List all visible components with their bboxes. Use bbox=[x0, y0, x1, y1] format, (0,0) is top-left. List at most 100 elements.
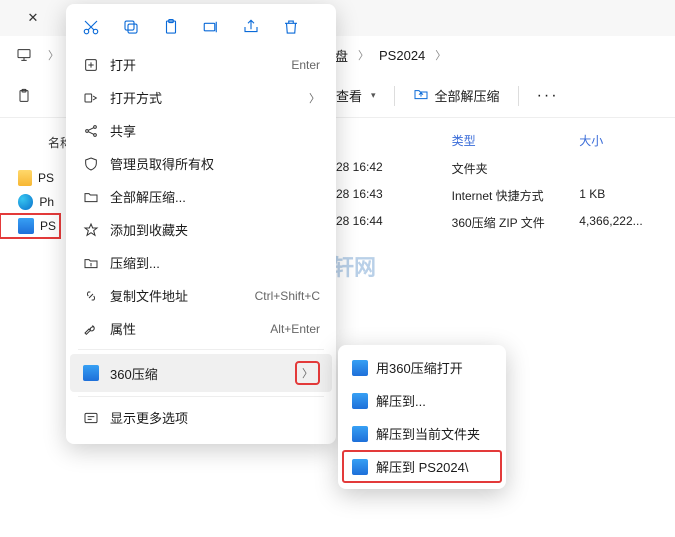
sidebar-item-ph[interactable]: Ph bbox=[0, 190, 60, 214]
paste-icon[interactable] bbox=[160, 16, 182, 38]
file-row[interactable]: -28 16:44 360压缩 ZIP 文件 4,366,222... bbox=[332, 209, 669, 236]
ctx-label: 管理员取得所有权 bbox=[110, 154, 320, 173]
ctx-label: 打开 bbox=[110, 55, 291, 74]
ctx-admin-ownership[interactable]: 管理员取得所有权 bbox=[70, 147, 332, 180]
ctx-open-with[interactable]: 打开方式 〉 bbox=[70, 81, 332, 114]
file-size: 1 KB bbox=[579, 187, 669, 204]
view-label: 查看 bbox=[336, 86, 362, 105]
more-button[interactable]: ··· bbox=[529, 85, 567, 107]
rename-icon[interactable] bbox=[200, 16, 222, 38]
ctx-label: 显示更多选项 bbox=[110, 408, 320, 427]
zip-icon bbox=[352, 360, 368, 376]
sub-extract-to[interactable]: 解压到... bbox=[342, 384, 502, 417]
context-submenu-360zip: 用360压缩打开 解压到... 解压到当前文件夹 解压到 PS2024\ bbox=[338, 345, 506, 489]
ctx-copy-path[interactable]: 复制文件地址 Ctrl+Shift+C bbox=[70, 279, 332, 312]
sidebar-item-label: PS bbox=[38, 171, 54, 185]
ctx-accel: Alt+Enter bbox=[270, 322, 320, 336]
file-type: Internet 快捷方式 bbox=[452, 187, 580, 204]
file-date: -28 16:44 bbox=[332, 214, 452, 231]
cut-icon[interactable] bbox=[80, 16, 102, 38]
share-icon bbox=[80, 122, 102, 140]
copy-icon[interactable] bbox=[120, 16, 142, 38]
chevron-right-icon: 〉 bbox=[44, 47, 63, 63]
monitor-icon[interactable] bbox=[10, 41, 38, 69]
sub-extract-here[interactable]: 解压到当前文件夹 bbox=[342, 417, 502, 450]
compress-icon bbox=[80, 254, 102, 272]
sidebar-item-label: Ph bbox=[39, 195, 54, 209]
separator bbox=[78, 396, 324, 397]
ctx-label: 共享 bbox=[110, 121, 320, 140]
sub-open-with-360[interactable]: 用360压缩打开 bbox=[342, 351, 502, 384]
star-icon bbox=[80, 221, 102, 239]
zip-icon bbox=[352, 426, 368, 442]
close-icon: ✕ bbox=[28, 10, 39, 26]
tab-close-button[interactable]: ✕ bbox=[20, 5, 46, 31]
ctx-accel: Ctrl+Shift+C bbox=[255, 289, 320, 303]
more-icon bbox=[80, 409, 102, 427]
shield-icon bbox=[80, 155, 102, 173]
delete-icon[interactable] bbox=[280, 16, 302, 38]
sub-label: 解压到当前文件夹 bbox=[376, 424, 480, 443]
divider bbox=[518, 86, 519, 106]
zip-icon bbox=[80, 364, 102, 382]
file-type: 文件夹 bbox=[452, 160, 580, 177]
extract-all-label: 全部解压缩 bbox=[435, 86, 500, 105]
extract-icon bbox=[80, 188, 102, 206]
file-list: 类型 大小 -28 16:42 文件夹 -28 16:43 Internet 快… bbox=[332, 128, 669, 236]
open-with-icon bbox=[80, 89, 102, 107]
folder-icon bbox=[18, 170, 32, 186]
extract-icon bbox=[413, 86, 429, 105]
extract-all-button[interactable]: 全部解压缩 bbox=[405, 83, 508, 108]
ctx-share[interactable]: 共享 bbox=[70, 114, 332, 147]
file-row[interactable]: -28 16:42 文件夹 bbox=[332, 155, 669, 182]
sub-label: 用360压缩打开 bbox=[376, 358, 463, 377]
file-date: -28 16:43 bbox=[332, 187, 452, 204]
file-type: 360压缩 ZIP 文件 bbox=[452, 214, 580, 231]
ctx-label: 添加到收藏夹 bbox=[110, 220, 320, 239]
file-list-header: 类型 大小 bbox=[332, 128, 669, 155]
context-menu-quick-actions bbox=[70, 10, 332, 48]
clipboard-icon[interactable] bbox=[10, 82, 38, 110]
column-header-size[interactable]: 大小 bbox=[579, 132, 669, 149]
sidebar: PS Ph PS bbox=[0, 160, 60, 238]
separator bbox=[78, 349, 324, 350]
sub-label: 解压到... bbox=[376, 391, 426, 410]
chevron-right-icon: 〉 bbox=[309, 90, 320, 106]
breadcrumb-seg-folder[interactable]: PS2024 bbox=[379, 48, 425, 63]
file-size bbox=[579, 160, 669, 177]
ctx-label: 打开方式 bbox=[110, 88, 309, 107]
file-date: -28 16:42 bbox=[332, 160, 452, 177]
ctx-accel: Enter bbox=[291, 58, 320, 72]
open-icon bbox=[80, 56, 102, 74]
ctx-extract-all[interactable]: 全部解压缩... bbox=[70, 180, 332, 213]
ctx-label: 全部解压缩... bbox=[110, 187, 320, 206]
breadcrumb-seg-disk[interactable]: 盘 bbox=[335, 46, 348, 65]
sidebar-item-ps-zip[interactable]: PS bbox=[0, 214, 60, 238]
link-icon bbox=[80, 287, 102, 305]
ctx-360zip[interactable]: 360压缩 〉 bbox=[70, 354, 332, 392]
ctx-label: 属性 bbox=[110, 319, 270, 338]
ctx-open[interactable]: 打开 Enter bbox=[70, 48, 332, 81]
file-row[interactable]: -28 16:43 Internet 快捷方式 1 KB bbox=[332, 182, 669, 209]
zip-icon bbox=[352, 393, 368, 409]
zip-icon bbox=[352, 459, 368, 475]
divider bbox=[394, 86, 395, 106]
sidebar-item-ps-folder[interactable]: PS bbox=[0, 166, 60, 190]
ctx-label: 360压缩 bbox=[110, 364, 295, 383]
view-dropdown[interactable]: 查看 bbox=[328, 83, 384, 108]
ctx-compress-to[interactable]: 压缩到... bbox=[70, 246, 332, 279]
ctx-label: 压缩到... bbox=[110, 253, 320, 272]
ctx-label: 复制文件地址 bbox=[110, 286, 255, 305]
ctx-show-more[interactable]: 显示更多选项 bbox=[70, 401, 332, 434]
chevron-right-icon: 〉 bbox=[295, 361, 320, 385]
wrench-icon bbox=[80, 320, 102, 338]
chevron-right-icon: 〉 bbox=[354, 47, 373, 63]
chevron-right-icon: 〉 bbox=[431, 47, 450, 63]
share-icon[interactable] bbox=[240, 16, 262, 38]
ctx-add-favorite[interactable]: 添加到收藏夹 bbox=[70, 213, 332, 246]
ctx-properties[interactable]: 属性 Alt+Enter bbox=[70, 312, 332, 345]
column-header-type[interactable]: 类型 bbox=[452, 132, 580, 149]
edge-icon bbox=[18, 194, 33, 210]
sub-extract-to-folder[interactable]: 解压到 PS2024\ bbox=[342, 450, 502, 483]
file-size: 4,366,222... bbox=[579, 214, 669, 231]
